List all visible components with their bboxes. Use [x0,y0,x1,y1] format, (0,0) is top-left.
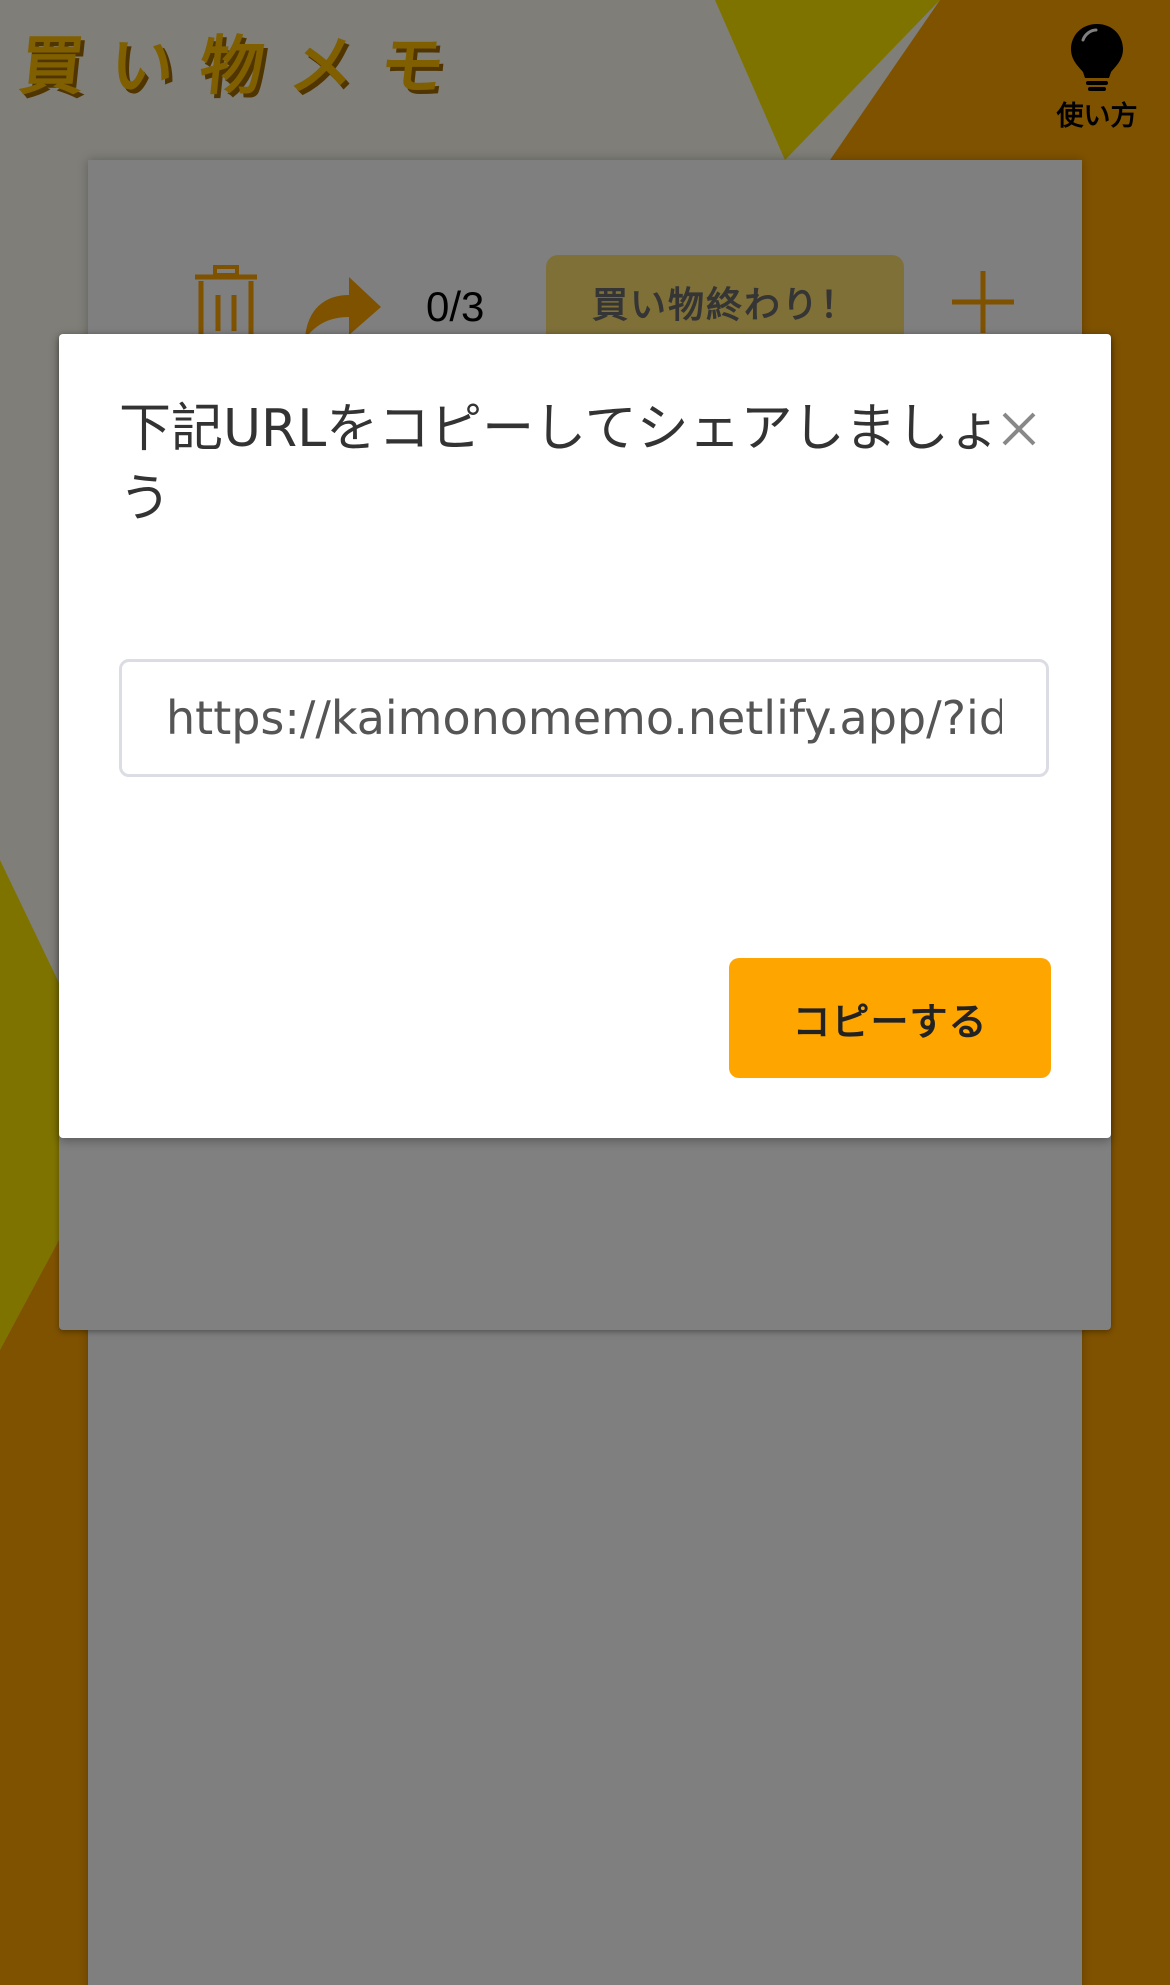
modal-title: 下記URLをコピーしてシェアしましょう [119,399,1001,529]
copy-button[interactable]: コピーする [729,958,1051,1078]
app-root: 買い物メモ 使い方 0/3 買い物終わり！ [0,0,1170,1985]
share-url-modal: 下記URLをコピーしてシェアしましょう コピーする [59,334,1111,1138]
share-url-input[interactable] [119,659,1049,777]
close-icon[interactable] [994,404,1044,454]
